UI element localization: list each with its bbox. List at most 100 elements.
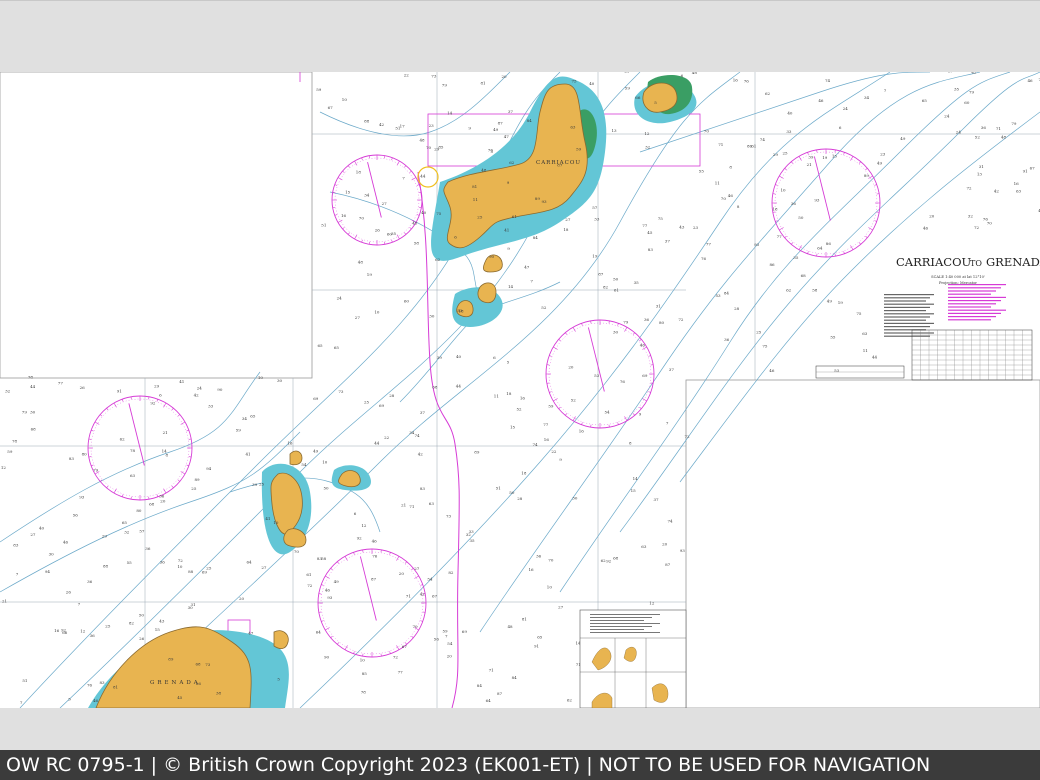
svg-text:49: 49 <box>827 299 833 304</box>
svg-text:7: 7 <box>530 278 533 283</box>
svg-text:19: 19 <box>838 300 844 305</box>
svg-text:70: 70 <box>426 145 432 150</box>
svg-text:67: 67 <box>1030 166 1036 171</box>
svg-text:72: 72 <box>307 583 313 588</box>
svg-text:59: 59 <box>236 428 242 433</box>
svg-text:68: 68 <box>31 427 37 432</box>
svg-text:9: 9 <box>559 457 562 462</box>
svg-text:5: 5 <box>491 149 494 154</box>
chart-canvas[interactable]: 1584302655942304534368847419634444297247… <box>0 72 1040 708</box>
nautical-chart[interactable]: 15 84 30 26 55 9 42 30 45 34 36 88 47 41 9 63 44 44 29 7 24 7… <box>0 72 1040 708</box>
svg-text:87: 87 <box>498 121 504 126</box>
svg-text:7: 7 <box>20 700 23 705</box>
svg-text:65: 65 <box>122 520 128 525</box>
svg-text:62: 62 <box>509 160 515 165</box>
svg-text:36: 36 <box>724 337 730 342</box>
svg-text:83: 83 <box>317 556 323 561</box>
svg-text:20: 20 <box>929 214 935 219</box>
svg-text:63: 63 <box>429 501 435 506</box>
svg-text:9: 9 <box>507 246 510 251</box>
svg-text:7: 7 <box>445 634 448 639</box>
svg-text:26: 26 <box>66 590 72 595</box>
svg-text:32: 32 <box>466 532 472 537</box>
svg-text:16: 16 <box>54 628 60 633</box>
svg-text:35: 35 <box>954 86 960 91</box>
svg-text:41: 41 <box>265 516 270 521</box>
svg-text:47: 47 <box>524 265 530 270</box>
svg-text:27: 27 <box>382 201 388 206</box>
svg-text:59: 59 <box>548 403 554 408</box>
svg-text:46: 46 <box>818 98 824 103</box>
svg-text:83: 83 <box>69 456 75 461</box>
svg-text:64: 64 <box>817 246 823 251</box>
svg-text:16: 16 <box>287 440 293 445</box>
svg-text:91: 91 <box>117 388 122 393</box>
svg-text:6: 6 <box>159 392 162 397</box>
svg-text:74: 74 <box>825 78 831 83</box>
svg-text:29: 29 <box>434 147 440 152</box>
svg-text:76: 76 <box>744 78 750 83</box>
svg-text:33: 33 <box>594 217 600 222</box>
svg-text:39: 39 <box>808 155 814 160</box>
svg-text:29: 29 <box>773 152 779 157</box>
svg-text:48: 48 <box>420 137 426 142</box>
svg-text:71: 71 <box>718 142 723 147</box>
svg-text:68: 68 <box>432 385 438 390</box>
svg-text:30: 30 <box>49 552 55 557</box>
svg-text:22: 22 <box>551 449 557 454</box>
svg-text:37: 37 <box>420 410 426 415</box>
svg-text:86: 86 <box>747 144 753 149</box>
svg-text:65: 65 <box>250 414 256 419</box>
svg-text:90: 90 <box>324 655 330 660</box>
svg-text:58: 58 <box>414 240 420 245</box>
svg-text:33: 33 <box>786 129 792 134</box>
svg-text:93: 93 <box>680 548 686 553</box>
svg-text:71: 71 <box>409 504 414 509</box>
svg-text:5: 5 <box>654 100 657 105</box>
svg-text:35: 35 <box>391 231 397 236</box>
svg-text:19: 19 <box>592 254 598 259</box>
svg-text:36: 36 <box>145 546 151 551</box>
svg-text:12: 12 <box>649 601 655 606</box>
svg-text:32: 32 <box>124 529 130 534</box>
svg-text:10: 10 <box>177 564 183 569</box>
svg-text:62: 62 <box>601 558 607 563</box>
svg-text:89: 89 <box>535 196 541 201</box>
chart-title-block: CARRIACOU TO GRENADA SCALE 1:40 000 at l… <box>896 255 1040 285</box>
svg-text:7: 7 <box>78 602 81 607</box>
svg-text:64: 64 <box>316 630 322 635</box>
svg-text:20: 20 <box>399 571 405 576</box>
svg-text:5: 5 <box>507 360 510 365</box>
svg-text:64: 64 <box>486 698 492 703</box>
svg-text:8: 8 <box>166 453 169 458</box>
svg-text:44: 44 <box>420 174 426 179</box>
svg-text:67: 67 <box>432 594 438 599</box>
svg-text:84: 84 <box>527 118 533 123</box>
svg-text:60: 60 <box>404 299 410 304</box>
svg-text:73: 73 <box>446 514 452 519</box>
svg-text:30: 30 <box>277 378 283 383</box>
svg-text:59: 59 <box>576 146 582 151</box>
svg-text:52: 52 <box>975 135 981 140</box>
svg-text:24: 24 <box>944 113 950 118</box>
svg-text:20: 20 <box>447 654 453 659</box>
svg-text:50: 50 <box>139 613 145 618</box>
svg-text:7: 7 <box>884 88 887 93</box>
svg-text:5: 5 <box>277 676 280 681</box>
svg-text:72: 72 <box>178 558 184 563</box>
svg-text:12: 12 <box>361 523 367 528</box>
svg-text:25: 25 <box>364 400 370 405</box>
svg-text:69: 69 <box>313 396 319 401</box>
svg-text:7: 7 <box>666 421 669 426</box>
svg-text:43: 43 <box>679 224 685 229</box>
svg-text:65: 65 <box>537 635 543 640</box>
svg-text:36: 36 <box>90 633 96 638</box>
svg-text:21: 21 <box>401 502 406 507</box>
svg-text:21: 21 <box>624 72 629 74</box>
svg-text:13: 13 <box>612 128 618 133</box>
svg-text:73: 73 <box>431 73 437 78</box>
svg-text:46: 46 <box>769 368 775 373</box>
svg-text:94: 94 <box>45 569 51 574</box>
svg-text:52: 52 <box>571 397 577 402</box>
svg-text:14: 14 <box>508 284 514 289</box>
